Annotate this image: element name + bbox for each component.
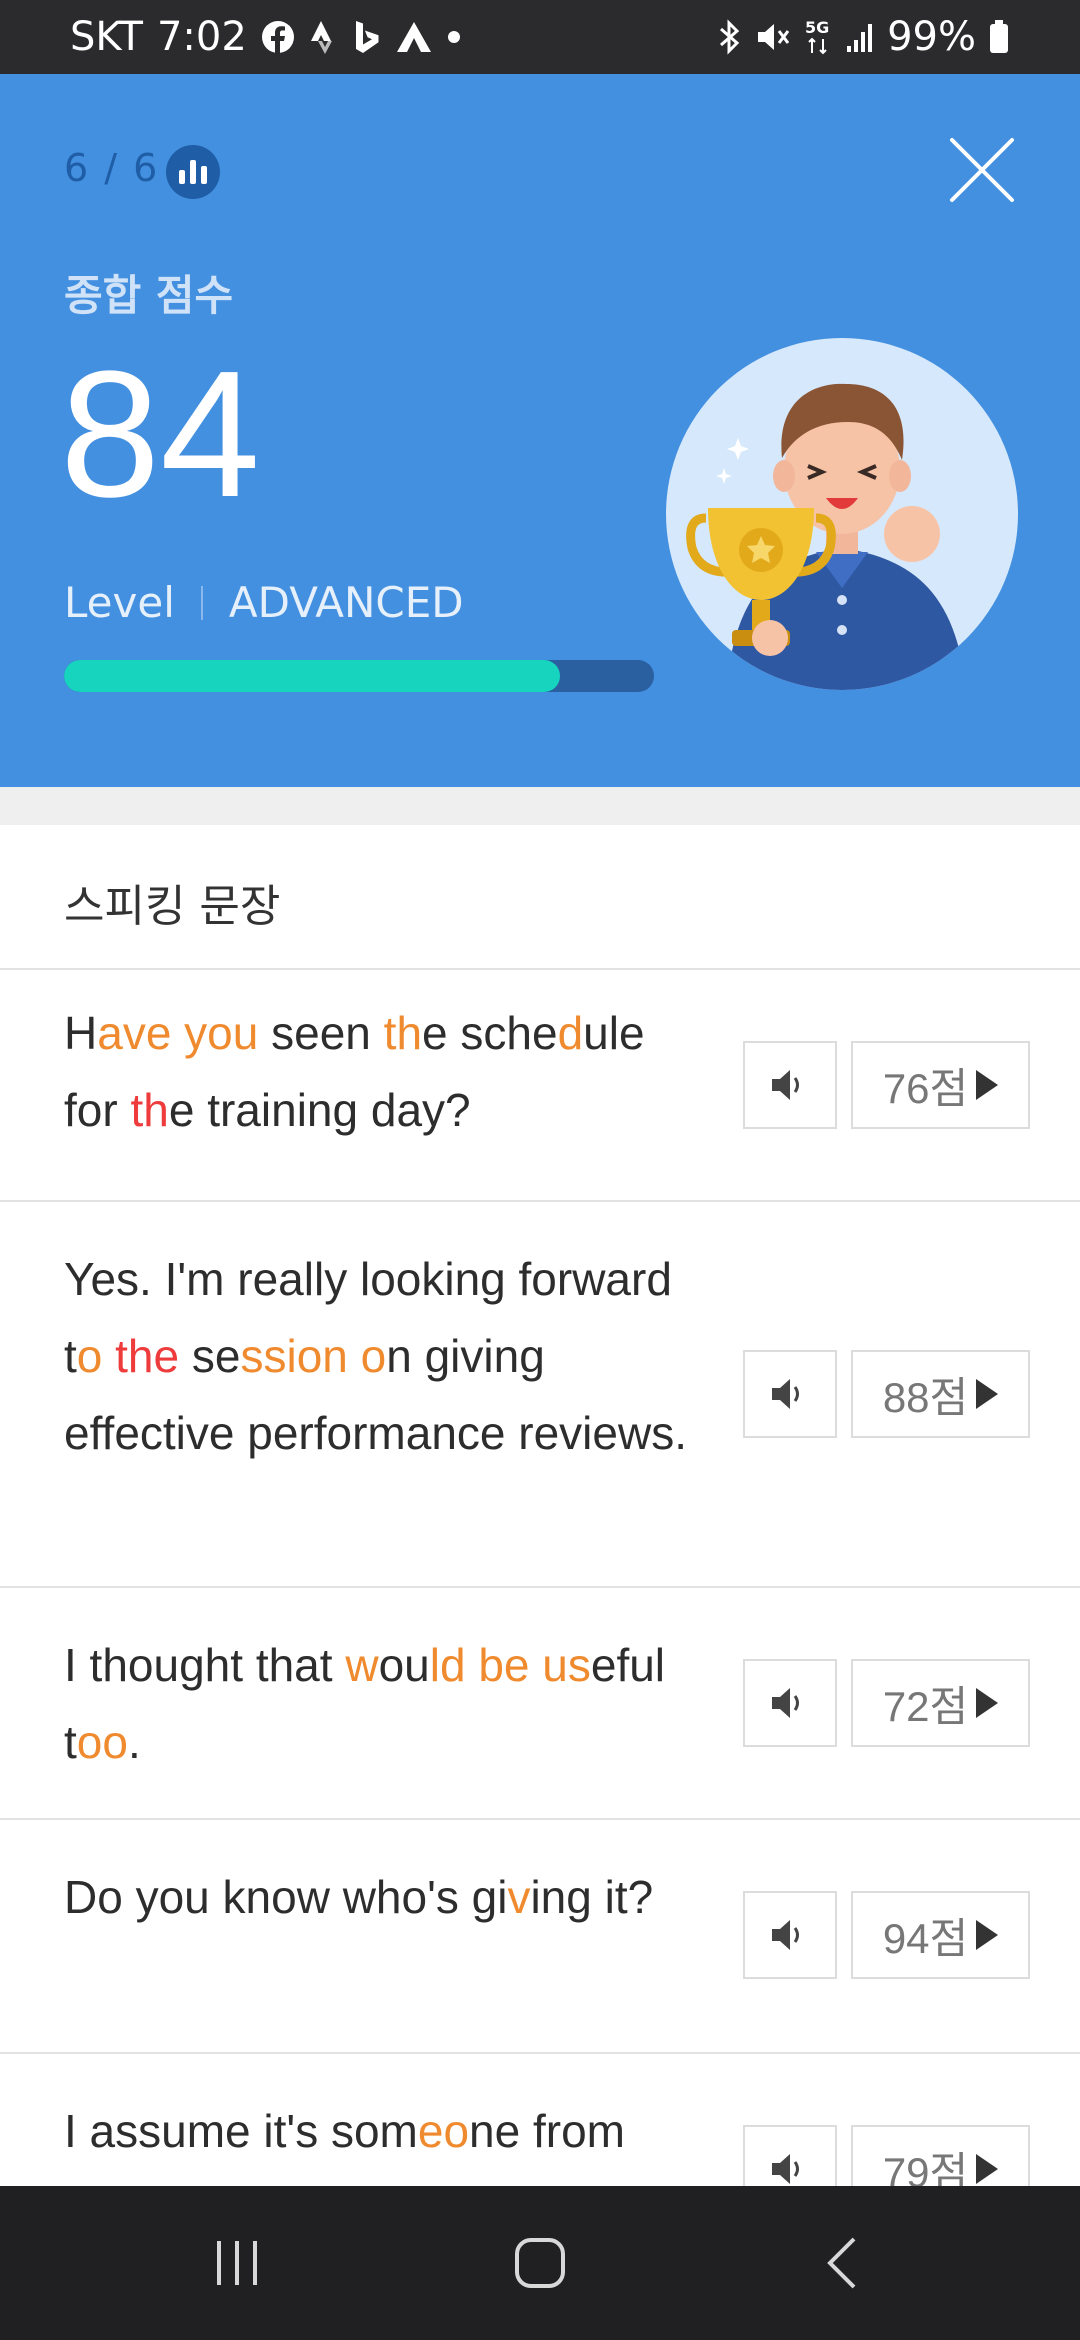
sentence-segment: I assume it's som bbox=[64, 2105, 418, 2157]
status-bar: SKT 7:02 5G 99% bbox=[0, 0, 1080, 74]
highlighted-phoneme: ld be bbox=[429, 1639, 530, 1691]
sentence-segment: e sche bbox=[422, 1007, 558, 1059]
sentence-segment: ne from bbox=[469, 2105, 625, 2157]
score-play-button[interactable]: 76점 bbox=[851, 1041, 1030, 1129]
mute-icon bbox=[758, 24, 790, 50]
speaker-icon bbox=[772, 1379, 799, 1409]
dot-icon bbox=[447, 31, 460, 43]
speaker-icon bbox=[772, 1920, 799, 1950]
highlighted-phoneme: eo bbox=[417, 2105, 470, 2157]
level-value: ADVANCED bbox=[228, 578, 464, 627]
sentence-text: Have you seen the schedule for the train… bbox=[64, 995, 704, 1149]
sentence-text: I assume it's someone from HR. bbox=[64, 2093, 704, 2186]
bluetooth-icon bbox=[720, 19, 740, 55]
sentence-segment: e training day? bbox=[168, 1084, 471, 1136]
signal-icon bbox=[847, 24, 873, 52]
sentence-segment bbox=[529, 1639, 542, 1691]
speaker-icon bbox=[772, 2154, 799, 2184]
sound-button[interactable] bbox=[743, 1659, 837, 1747]
sentence-segment: se bbox=[179, 1330, 241, 1382]
arrow-icon bbox=[396, 22, 431, 52]
close-icon[interactable] bbox=[946, 134, 1018, 206]
total-score: 84 bbox=[60, 334, 261, 535]
5g-icon: 5G bbox=[805, 18, 829, 55]
highlighted-phoneme: th bbox=[383, 1007, 423, 1059]
sentence-score: 79점 bbox=[882, 2148, 969, 2187]
highlighted-phoneme: d bbox=[557, 1007, 584, 1059]
highlighted-phoneme: the bbox=[115, 1330, 180, 1382]
sentence-row: Yes. I'm really looking forward to the s… bbox=[0, 1202, 1080, 1588]
strava-icon bbox=[310, 21, 332, 54]
play-icon bbox=[976, 1379, 999, 1409]
sentence-text: I thought that would be useful too. bbox=[64, 1627, 704, 1781]
highlighted-phoneme: w bbox=[345, 1639, 379, 1691]
battery-percent: 99% bbox=[887, 14, 976, 60]
sentence-segment: ing it? bbox=[530, 1871, 654, 1923]
highlighted-phoneme: th bbox=[130, 1084, 169, 1136]
facebook-icon bbox=[261, 21, 294, 54]
back-icon bbox=[827, 2237, 856, 2289]
speaker-icon bbox=[772, 1688, 799, 1718]
sentence-text: Do you know who's giving it? bbox=[64, 1859, 704, 1936]
home-button[interactable] bbox=[440, 2186, 640, 2340]
home-icon bbox=[515, 2238, 565, 2288]
level-row: Level ADVANCED bbox=[64, 578, 464, 627]
highlighted-phoneme: ssion o bbox=[240, 1330, 387, 1382]
sentence-segment: ou bbox=[378, 1639, 430, 1691]
sentence-score: 94점 bbox=[882, 1914, 969, 1962]
sentence-segment: Do you know who's gi bbox=[64, 1871, 508, 1923]
play-icon bbox=[976, 1070, 999, 1100]
highlighted-phoneme: us bbox=[542, 1639, 591, 1691]
score-label: 종합 점수 bbox=[64, 271, 234, 320]
bing-icon bbox=[355, 21, 379, 53]
recent-apps-icon bbox=[217, 2241, 257, 2285]
sentence-segment: I thought that bbox=[64, 1639, 346, 1691]
sentence-row: I thought that would be useful too. 72점 bbox=[0, 1588, 1080, 1820]
sentence-score: 76점 bbox=[882, 1064, 969, 1112]
level-label: Level bbox=[64, 578, 175, 627]
highlighted-phoneme: o bbox=[76, 1330, 103, 1382]
sentence-text: Yes. I'm really looking forward to the s… bbox=[64, 1241, 704, 1472]
svg-text:5G: 5G bbox=[805, 18, 829, 37]
score-play-button[interactable]: 88점 bbox=[851, 1350, 1030, 1438]
section-title: 스피킹 문장 bbox=[64, 881, 281, 932]
progress-count: 6 / 6 bbox=[64, 146, 160, 190]
sound-button[interactable] bbox=[743, 2125, 837, 2186]
score-play-button[interactable]: 72점 bbox=[851, 1659, 1030, 1747]
highlighted-phoneme: ave you bbox=[97, 1007, 259, 1059]
recent-apps-button[interactable] bbox=[137, 2186, 337, 2340]
sentence-segment: seen bbox=[258, 1007, 384, 1059]
back-button[interactable] bbox=[742, 2186, 942, 2340]
clock: 7:02 bbox=[156, 14, 247, 60]
sound-button[interactable] bbox=[743, 1891, 837, 1979]
sentence-score: 72점 bbox=[882, 1682, 969, 1730]
sentence-segment: H bbox=[64, 1007, 98, 1059]
sentence-row: Do you know who's giving it? 94점 bbox=[0, 1820, 1080, 2054]
carrier-label: SKT bbox=[70, 14, 143, 60]
highlighted-phoneme: v bbox=[507, 1871, 531, 1923]
trophy-character-illustration bbox=[666, 338, 1018, 690]
speaker-icon bbox=[772, 1070, 799, 1100]
system-nav-bar bbox=[0, 2186, 1080, 2340]
sentence-segment: . bbox=[127, 1716, 141, 1768]
level-divider bbox=[200, 585, 203, 620]
play-icon bbox=[976, 1920, 999, 1950]
section-divider bbox=[0, 787, 1080, 825]
battery-icon bbox=[990, 20, 1008, 53]
score-progress-bar bbox=[64, 660, 654, 692]
highlighted-phoneme: oo bbox=[76, 1716, 128, 1768]
score-play-button[interactable]: 79점 bbox=[851, 2125, 1030, 2186]
sound-button[interactable] bbox=[743, 1041, 837, 1129]
sentence-row: Have you seen the schedule for the train… bbox=[0, 970, 1080, 1202]
score-progress-fill bbox=[64, 660, 560, 692]
score-play-button[interactable]: 94점 bbox=[851, 1891, 1030, 1979]
play-icon bbox=[976, 2154, 999, 2184]
sound-button[interactable] bbox=[743, 1350, 837, 1438]
sentence-segment bbox=[102, 1330, 115, 1382]
sentence-list[interactable]: Have you seen the schedule for the train… bbox=[0, 970, 1080, 2186]
play-icon bbox=[976, 1688, 999, 1718]
stats-icon[interactable] bbox=[166, 145, 220, 199]
sentence-row: I assume it's someone from HR. 79점 bbox=[0, 2054, 1080, 2186]
sentence-score: 88점 bbox=[882, 1373, 969, 1421]
